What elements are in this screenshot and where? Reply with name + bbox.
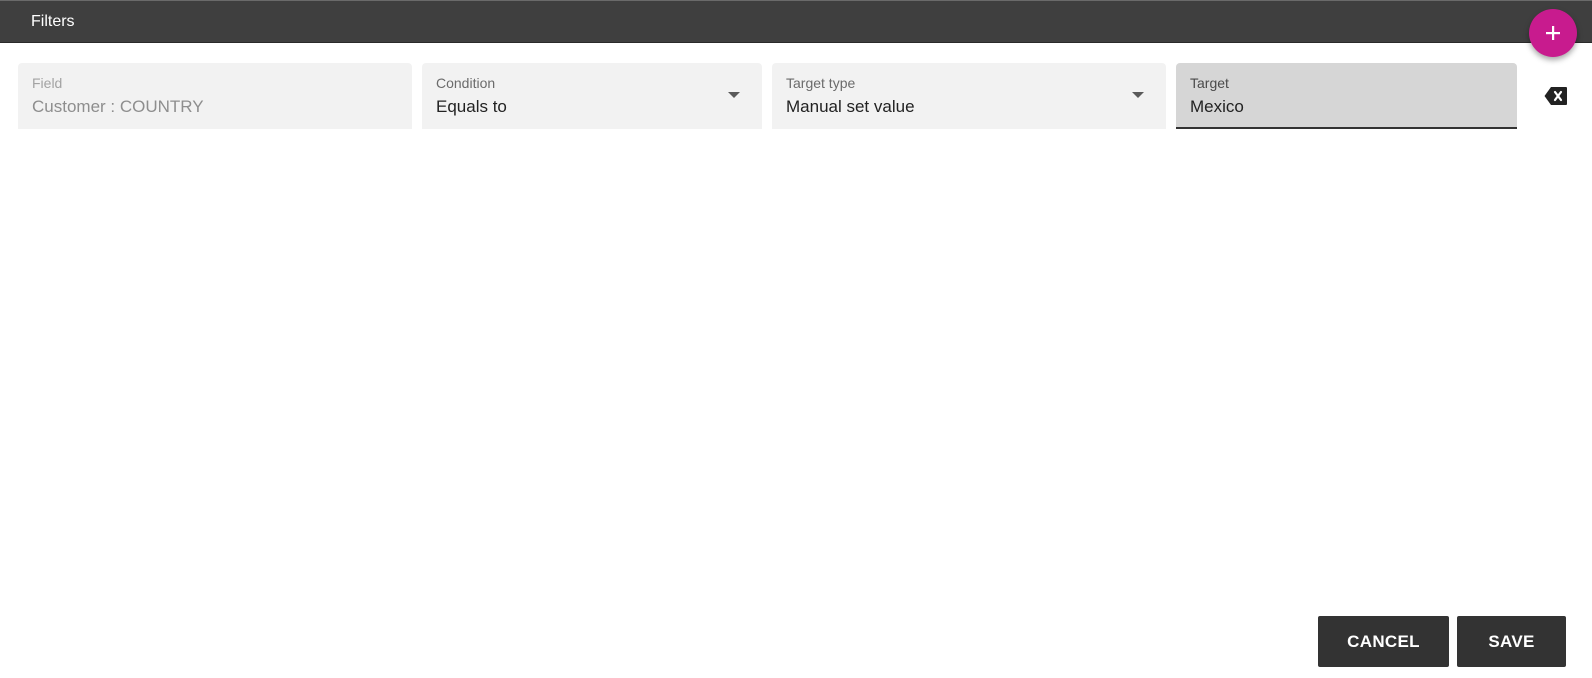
target-value[interactable]: Mexico	[1190, 97, 1244, 117]
dropdown-arrow-icon[interactable]	[728, 92, 740, 98]
remove-filter-button[interactable]	[1544, 86, 1568, 106]
save-button[interactable]: SAVE	[1457, 616, 1566, 667]
backspace-icon	[1544, 87, 1567, 105]
plus-icon	[1546, 26, 1560, 40]
dialog-title: Filters	[31, 13, 75, 30]
field-input: Field Customer : COUNTRY	[18, 63, 412, 129]
dropdown-arrow-icon[interactable]	[1132, 92, 1144, 98]
target-input[interactable]: Target Mexico	[1176, 63, 1517, 129]
field-label: Field	[32, 75, 63, 91]
target-type-label: Target type	[786, 75, 856, 91]
condition-select[interactable]: Condition Equals to	[422, 63, 762, 129]
dialog-header: Filters	[0, 0, 1592, 43]
target-type-value: Manual set value	[786, 97, 915, 116]
target-label: Target	[1190, 75, 1229, 91]
condition-label: Condition	[436, 75, 496, 91]
condition-value: Equals to	[436, 97, 507, 116]
target-type-select[interactable]: Target type Manual set value	[772, 63, 1166, 129]
add-filter-button[interactable]	[1529, 9, 1577, 57]
filters-dialog: Filters Field Customer : COUNTRY Conditi…	[0, 0, 1592, 678]
cancel-button[interactable]: CANCEL	[1318, 616, 1449, 667]
field-value: Customer : COUNTRY	[32, 97, 204, 116]
